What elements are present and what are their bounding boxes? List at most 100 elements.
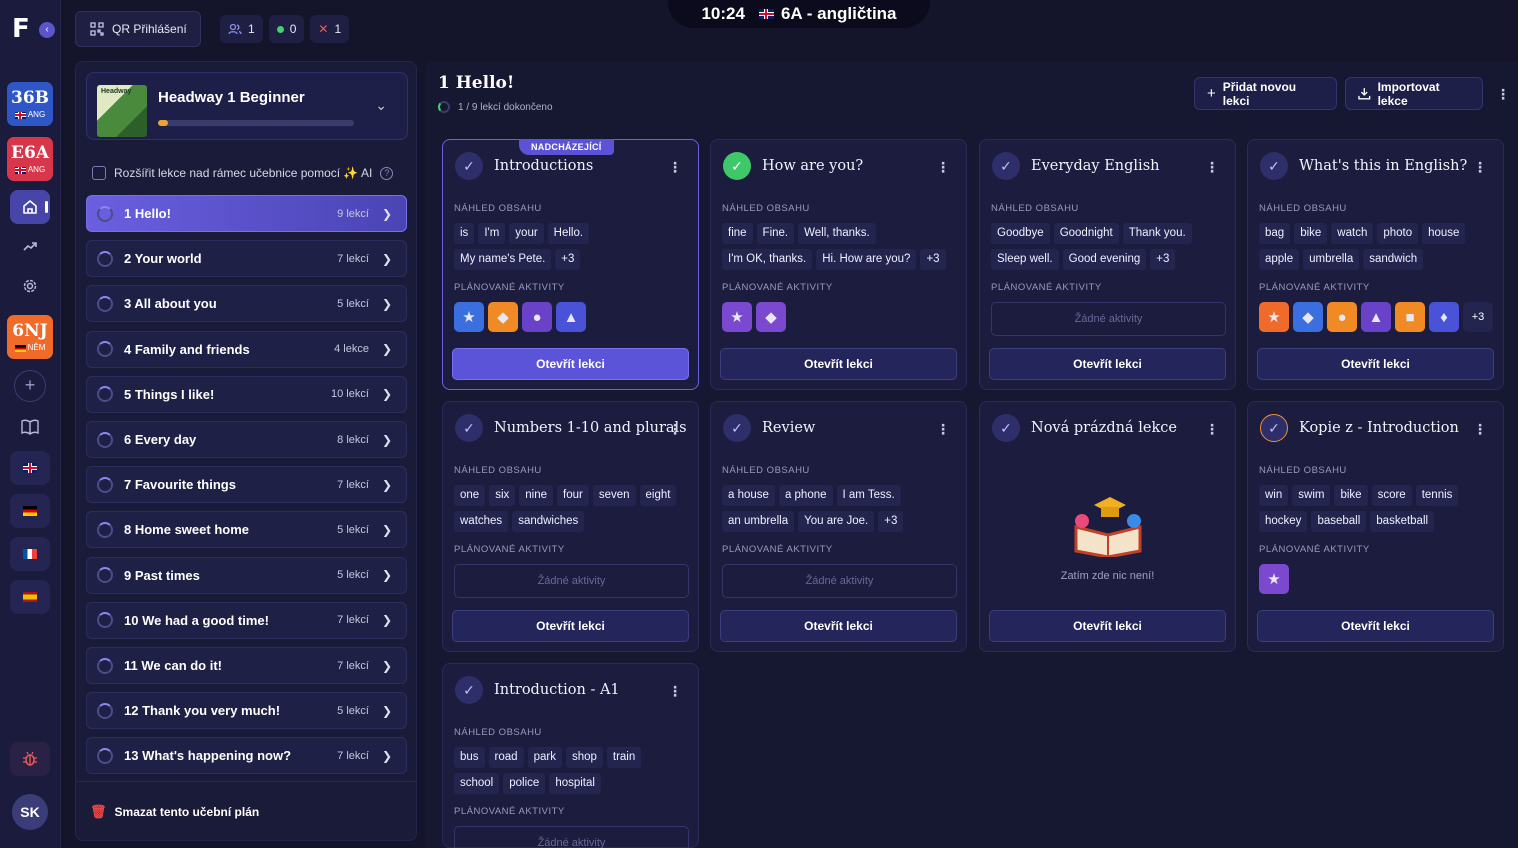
lesson-card[interactable]: NADCHÁZEJÍCÍ ✓ Introductions ⋮ NÁHLED OBSAHU… (442, 139, 699, 390)
lesson-card[interactable]: ✓ Nová prázdná lekce ⋮ Zatím zde nic není! O… (979, 401, 1236, 652)
open-lesson-button[interactable]: Otevřít lekci (452, 348, 689, 380)
unit-item[interactable]: 5 Things I like! 10 lekcí ❯ (86, 375, 407, 413)
unit-item[interactable]: 4 Family and friends 4 lekce ❯ (86, 330, 407, 368)
more-options-icon[interactable]: ⋮ (1205, 422, 1219, 436)
lesson-card[interactable]: ✓ Introduction - A1 ⋮ NÁHLED OBSAHU bus road p… (442, 663, 699, 848)
more-options-icon[interactable]: ⋮ (668, 684, 682, 698)
open-lesson-button[interactable]: Otevřít lekci (989, 348, 1226, 380)
content-preview-label: NÁHLED OBSAHU (454, 727, 542, 738)
class-badge-e6a[interactable]: E6A ANG (7, 137, 53, 181)
activity-icon[interactable]: ★ (454, 302, 484, 332)
stat-online[interactable]: 0 (268, 15, 305, 43)
lesson-status-icon[interactable]: ✓ (992, 152, 1020, 180)
lesson-status-icon[interactable]: ✓ (1260, 414, 1288, 442)
lesson-card[interactable]: ✓ How are you? ⋮ NÁHLED OBSAHU fine Fine. Well… (710, 139, 967, 390)
class-badge-6nj[interactable]: 6NJ NĚM (7, 315, 53, 359)
unit-item[interactable]: 11 We can do it! 7 lekcí ❯ (86, 647, 407, 684)
activity-icon[interactable]: ▲ (1361, 302, 1391, 332)
lesson-card[interactable]: ✓ What's this in English? ⋮ NÁHLED OBSAHU ba… (1247, 139, 1504, 390)
activity-icon[interactable]: ◆ (756, 302, 786, 332)
english-course-button[interactable] (10, 451, 50, 485)
activity-icon[interactable]: ■ (1395, 302, 1425, 332)
open-lesson-button[interactable]: Otevřít lekci (720, 610, 957, 642)
more-options-icon[interactable]: ⋮ (1473, 422, 1487, 436)
unit-item[interactable]: 6 Every day 8 lekcí ❯ (86, 421, 407, 458)
unit-name: 10 We had a good time! (124, 612, 269, 628)
stat-students[interactable]: 1 (220, 15, 263, 43)
lesson-status-icon[interactable]: ✓ (1260, 152, 1288, 180)
import-lessons-button[interactable]: Importovat lekce (1345, 77, 1483, 110)
open-lesson-button[interactable]: Otevřít lekci (452, 610, 689, 642)
help-icon[interactable]: ? (380, 166, 394, 180)
more-options-icon[interactable]: ⋮ (668, 160, 682, 174)
collapse-icon[interactable]: ‹ (39, 22, 55, 38)
book-cover: Headway (97, 85, 147, 137)
lesson-status-icon[interactable]: ✓ (992, 414, 1020, 442)
more-options-icon[interactable]: ⋮ (1473, 160, 1487, 174)
spanish-course-button[interactable] (10, 580, 50, 614)
lesson-status-icon[interactable]: ✓ (723, 152, 751, 180)
vocab-tag: score (1371, 485, 1412, 506)
stat-offline[interactable]: ✕ 1 (310, 15, 350, 43)
lesson-card[interactable]: ✓ Numbers 1-10 and plurals ⋮ NÁHLED OBSAHU o… (442, 401, 699, 652)
german-course-button[interactable] (10, 494, 50, 528)
delete-plan-button[interactable]: 🗑 Smazat tento učební plán (90, 804, 259, 820)
lesson-card[interactable]: ✓ Everyday English ⋮ NÁHLED OBSAHU Goodbye Go… (979, 139, 1236, 390)
class-badge-36b[interactable]: 36B ANG (7, 82, 53, 126)
lesson-status-icon[interactable]: ✓ (455, 676, 483, 704)
app-logo[interactable]: F (12, 14, 36, 44)
ai-extend-checkbox[interactable] (92, 166, 106, 180)
library-button[interactable] (10, 410, 50, 444)
activity-icon[interactable]: ◆ (488, 302, 518, 332)
lesson-status-icon[interactable]: ✓ (455, 152, 483, 180)
more-options-icon[interactable]: ⋮ (1496, 87, 1510, 101)
settings-button[interactable] (10, 269, 50, 303)
more-options-icon[interactable]: ⋮ (668, 422, 682, 436)
more-options-icon[interactable]: ⋮ (1205, 160, 1219, 174)
activity-icon[interactable]: ▲ (556, 302, 586, 332)
chevron-right-icon: ❯ (381, 522, 392, 537)
lesson-status-icon[interactable]: ✓ (723, 414, 751, 442)
avatar[interactable]: SK (12, 794, 48, 830)
lesson-status-icon[interactable]: ✓ (455, 414, 483, 442)
activity-icon[interactable]: ● (1327, 302, 1357, 332)
unit-item[interactable]: 9 Past times 5 lekcí ❯ (86, 556, 407, 594)
activity-icon[interactable]: ★ (722, 302, 752, 332)
activity-icon[interactable]: ◆ (1293, 302, 1323, 332)
unit-item[interactable]: 12 Thank you very much! 5 lekcí ❯ (86, 692, 407, 730)
more-options-icon[interactable]: ⋮ (936, 160, 950, 174)
vocab-tag: bag (1259, 223, 1291, 244)
home-button[interactable] (10, 190, 50, 224)
french-course-button[interactable] (10, 537, 50, 571)
open-lesson-button[interactable]: Otevřít lekci (989, 610, 1226, 642)
stats-button[interactable] (10, 229, 50, 263)
qr-login-label: QR Přihlášení (112, 22, 187, 36)
activity-icon[interactable]: ★ (1259, 302, 1289, 332)
more-activities-badge[interactable]: +3 (1463, 302, 1493, 332)
unit-item[interactable]: 1 Hello! 9 lekcí ❯ (86, 195, 407, 232)
lesson-card[interactable]: ✓ Review ⋮ NÁHLED OBSAHU a house a phone I am … (710, 401, 967, 652)
vocab-tag: your (509, 223, 544, 244)
bug-report-button[interactable] (10, 742, 50, 776)
add-lesson-button[interactable]: + Přidat novou lekci (1194, 77, 1337, 110)
open-lesson-button[interactable]: Otevřít lekci (1257, 610, 1494, 642)
unit-item[interactable]: 7 Favourite things 7 lekcí ❯ (86, 466, 407, 504)
book-selector[interactable]: Headway Headway 1 Beginner ⌄ (86, 72, 408, 140)
activity-icon[interactable]: ● (522, 302, 552, 332)
unit-item[interactable]: 3 All about you 5 lekcí ❯ (86, 285, 407, 323)
add-class-button[interactable]: + (14, 370, 46, 402)
open-lesson-button[interactable]: Otevřít lekci (1257, 348, 1494, 380)
more-options-icon[interactable]: ⋮ (936, 422, 950, 436)
activity-icon[interactable]: ★ (1259, 564, 1289, 594)
vocab-tag: house (1422, 223, 1466, 244)
progress-ring-icon (438, 101, 450, 113)
unit-item[interactable]: 8 Home sweet home 5 lekcí ❯ (86, 511, 407, 549)
unit-item[interactable]: 2 Your world 7 lekcí ❯ (86, 240, 407, 278)
qr-login-button[interactable]: QR Přihlášení (75, 11, 201, 47)
activity-icon[interactable]: ♦ (1429, 302, 1459, 332)
open-lesson-button[interactable]: Otevřít lekci (720, 348, 957, 380)
unit-item[interactable]: 10 We had a good time! 7 lekcí ❯ (86, 601, 407, 639)
lesson-card[interactable]: ✓ Kopie z - Introduction ⋮ NÁHLED OBSAHU win… (1247, 401, 1504, 652)
ai-extend-option[interactable]: Rozšířit lekce nad rámec učebnice pomocí… (92, 166, 394, 180)
unit-item[interactable]: 13 What's happening now? 7 lekcí ❯ (86, 737, 407, 775)
